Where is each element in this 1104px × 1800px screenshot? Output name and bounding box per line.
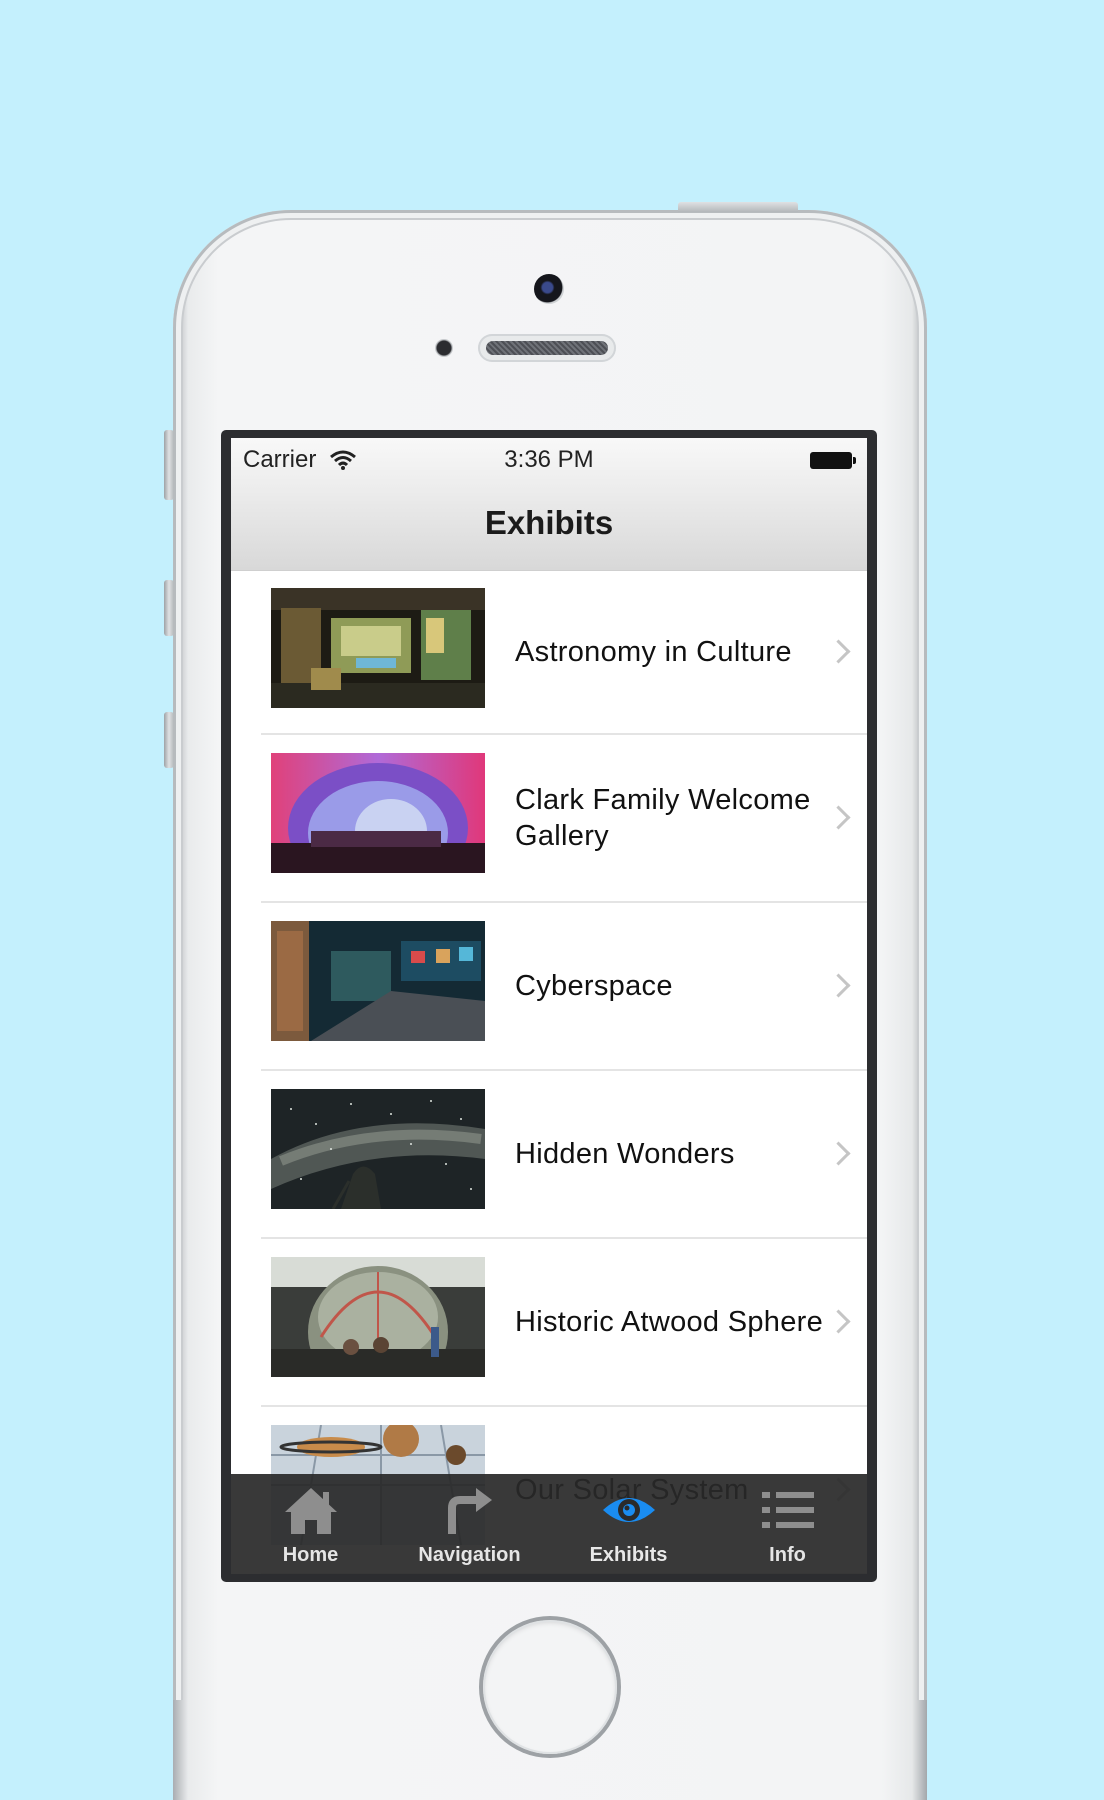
volume-up-button	[164, 580, 174, 636]
list-item[interactable]: Clark Family Welcome Gallery	[261, 735, 867, 903]
museum-gallery-thumbnail	[271, 588, 485, 708]
app-display: Carrier 3:36 PM Exhibits Astronomy in Cu…	[231, 438, 867, 1574]
tab-info[interactable]: Info	[708, 1474, 867, 1574]
home-icon	[284, 1488, 337, 1534]
tab-label: Navigation	[418, 1544, 521, 1566]
tab-home[interactable]: Home	[231, 1474, 390, 1574]
tab-label: Home	[282, 1544, 339, 1566]
tab-bar: Home Navigation Exhibits Info	[231, 1474, 867, 1574]
exhibit-list: Astronomy in Culture Clark Family Welcom…	[231, 570, 867, 1574]
eye-icon	[602, 1498, 655, 1522]
mute-switch	[164, 430, 174, 500]
tab-label: Info	[769, 1544, 806, 1566]
page-title: Exhibits	[484, 504, 614, 541]
exhibit-label: Hidden Wonders	[515, 1138, 735, 1170]
navigation-bar: Carrier 3:36 PM Exhibits	[231, 438, 867, 571]
tab-label: Exhibits	[589, 1544, 668, 1566]
status-bar: Carrier 3:36 PM	[231, 438, 867, 478]
power-button	[678, 202, 798, 212]
exhibit-label: Cyberspace	[515, 970, 673, 1002]
exhibit-label: Clark Family Welcome Gallery	[515, 784, 811, 852]
chevron-right-icon	[826, 973, 851, 998]
turn-arrow-icon	[447, 1488, 492, 1534]
purple-dome-thumbnail	[271, 753, 485, 873]
status-time: 3:36 PM	[504, 446, 594, 473]
list-item[interactable]: Historic Atwood Sphere	[261, 1239, 867, 1407]
chevron-right-icon	[826, 1141, 851, 1166]
list-item[interactable]: Astronomy in Culture	[261, 570, 867, 735]
chevron-right-icon	[826, 805, 851, 830]
milky-way-thumbnail	[271, 1089, 485, 1209]
exhibit-label: Historic Atwood Sphere	[515, 1306, 824, 1338]
tab-navigation[interactable]: Navigation	[390, 1474, 549, 1574]
front-camera	[534, 274, 564, 304]
tab-exhibits[interactable]: Exhibits	[549, 1474, 708, 1574]
proximity-sensor	[435, 339, 453, 357]
screen: Carrier 3:36 PM Exhibits Astronomy in Cu…	[221, 430, 877, 1582]
exhibit-label: Astronomy in Culture	[515, 635, 792, 668]
list-icon	[761, 1492, 814, 1528]
chevron-right-icon	[826, 1309, 851, 1334]
volume-down-button	[164, 712, 174, 768]
list-item[interactable]: Hidden Wonders	[261, 1071, 867, 1239]
earpiece-speaker	[478, 334, 616, 362]
chevron-right-icon	[826, 638, 851, 664]
home-button[interactable]	[483, 1620, 617, 1754]
list-item[interactable]: Cyberspace	[261, 903, 867, 1071]
exhibit-hall-thumbnail	[271, 921, 485, 1041]
atwood-sphere-thumbnail	[271, 1257, 485, 1377]
battery-icon	[810, 452, 856, 469]
